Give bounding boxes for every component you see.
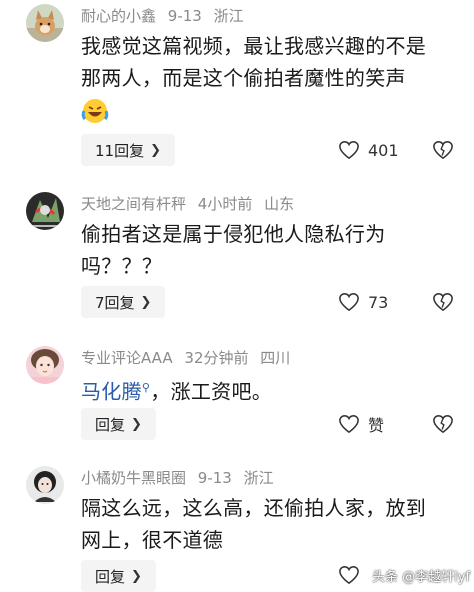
username[interactable]: 专业评论AAA [81, 349, 173, 367]
comment-line: 偷拍者这是属于侵犯他人隐私行为 [81, 222, 386, 246]
avatar[interactable] [26, 192, 64, 230]
broken-heart-icon [433, 293, 453, 312]
heart-outline-icon [339, 566, 359, 585]
comment-text: 我感觉这篇视频，最让我感兴趣的不是 那两人，而是这个偷拍者魔性的笑声 [81, 30, 456, 128]
heart-outline-icon [339, 141, 359, 160]
comment-meta: 小橘奶牛黑眼圈 9-13 浙江 [81, 468, 281, 488]
reply-label: 回复 [95, 567, 126, 586]
laughing-crying-emoji-icon [81, 99, 109, 123]
like-count: 73 [368, 292, 389, 312]
avatar[interactable] [26, 346, 64, 384]
chevron-right-icon: ❯ [131, 416, 142, 432]
heart-outline-icon [339, 293, 359, 312]
comment-text-rest: ，涨工资吧。 [150, 379, 273, 404]
like-label: 赞 [368, 416, 385, 435]
comment-location: 四川 [260, 349, 291, 367]
comment-line: 吗？？？ [81, 254, 163, 278]
comment-date: 9-13 [197, 469, 232, 487]
search-icon: ⚲ [141, 381, 151, 394]
chevron-right-icon: ❯ [150, 142, 161, 158]
comment-date: 4小时前 [197, 195, 253, 213]
username[interactable]: 耐心的小鑫 [81, 7, 156, 25]
reply-button[interactable]: 回复 ❯ [81, 408, 156, 440]
comment-line: 我感觉这篇视频，最让我感兴趣的不是 [81, 34, 427, 58]
heart-outline-icon [339, 415, 359, 434]
username[interactable]: 天地之间有杆秤 [81, 195, 186, 213]
like-button[interactable]: 73 [338, 287, 388, 317]
dislike-button[interactable] [432, 292, 454, 312]
reply-button[interactable]: 7回复 ❯ [81, 286, 166, 318]
reply-count: 11回复 [95, 141, 145, 160]
dislike-button[interactable] [432, 140, 454, 160]
watermark: 头条 @李越轩lyf [372, 570, 471, 585]
chevron-right-icon: ❯ [140, 294, 152, 310]
username[interactable]: 小橘奶牛黑眼圈 [81, 469, 186, 487]
comment-date: 9-13 [167, 7, 202, 25]
comment-location: 山东 [264, 195, 295, 213]
reply-label: 回复 [95, 415, 126, 434]
comment-line: 隔这么远，这么高，还偷拍人家，放到 [81, 496, 427, 520]
comment-text: 马化腾⚲，涨工资吧。 [81, 372, 456, 408]
like-button[interactable]: 赞 [338, 409, 384, 439]
like-button[interactable]: 401 [338, 135, 399, 165]
reply-button[interactable]: 回复 ❯ [81, 560, 156, 592]
comment-date: 32分钟前 [184, 349, 249, 367]
comment-meta: 天地之间有杆秤 4小时前 山东 [81, 194, 301, 214]
comment-text: 偷拍者这是属于侵犯他人隐私行为 吗？？？ [81, 218, 456, 282]
comment-meta: 专业评论AAA 32分钟前 四川 [81, 348, 297, 368]
avatar[interactable] [26, 4, 64, 42]
chevron-right-icon: ❯ [131, 568, 142, 584]
like-button[interactable] [338, 560, 368, 590]
comment-text: 隔这么远，这么高，还偷拍人家，放到 网上，很不道德 [81, 492, 456, 556]
comment-line: 网上，很不道德 [81, 528, 224, 552]
broken-heart-icon [433, 415, 453, 434]
avatar[interactable] [26, 466, 64, 504]
reply-button[interactable]: 11回复 ❯ [81, 134, 175, 166]
like-count: 401 [368, 140, 399, 160]
dislike-button[interactable] [432, 414, 454, 434]
mention-link[interactable]: 马化腾 [81, 380, 142, 404]
comment-line: 那两人，而是这个偷拍者魔性的笑声 [81, 66, 406, 90]
reply-count: 7回复 [95, 293, 135, 312]
comment-line: 马化腾⚲，涨工资吧。 [81, 372, 456, 408]
comment-location: 浙江 [213, 7, 244, 25]
broken-heart-icon [433, 141, 453, 160]
comment-meta: 耐心的小鑫 9-13 浙江 [81, 6, 251, 26]
comment-location: 浙江 [243, 469, 274, 487]
